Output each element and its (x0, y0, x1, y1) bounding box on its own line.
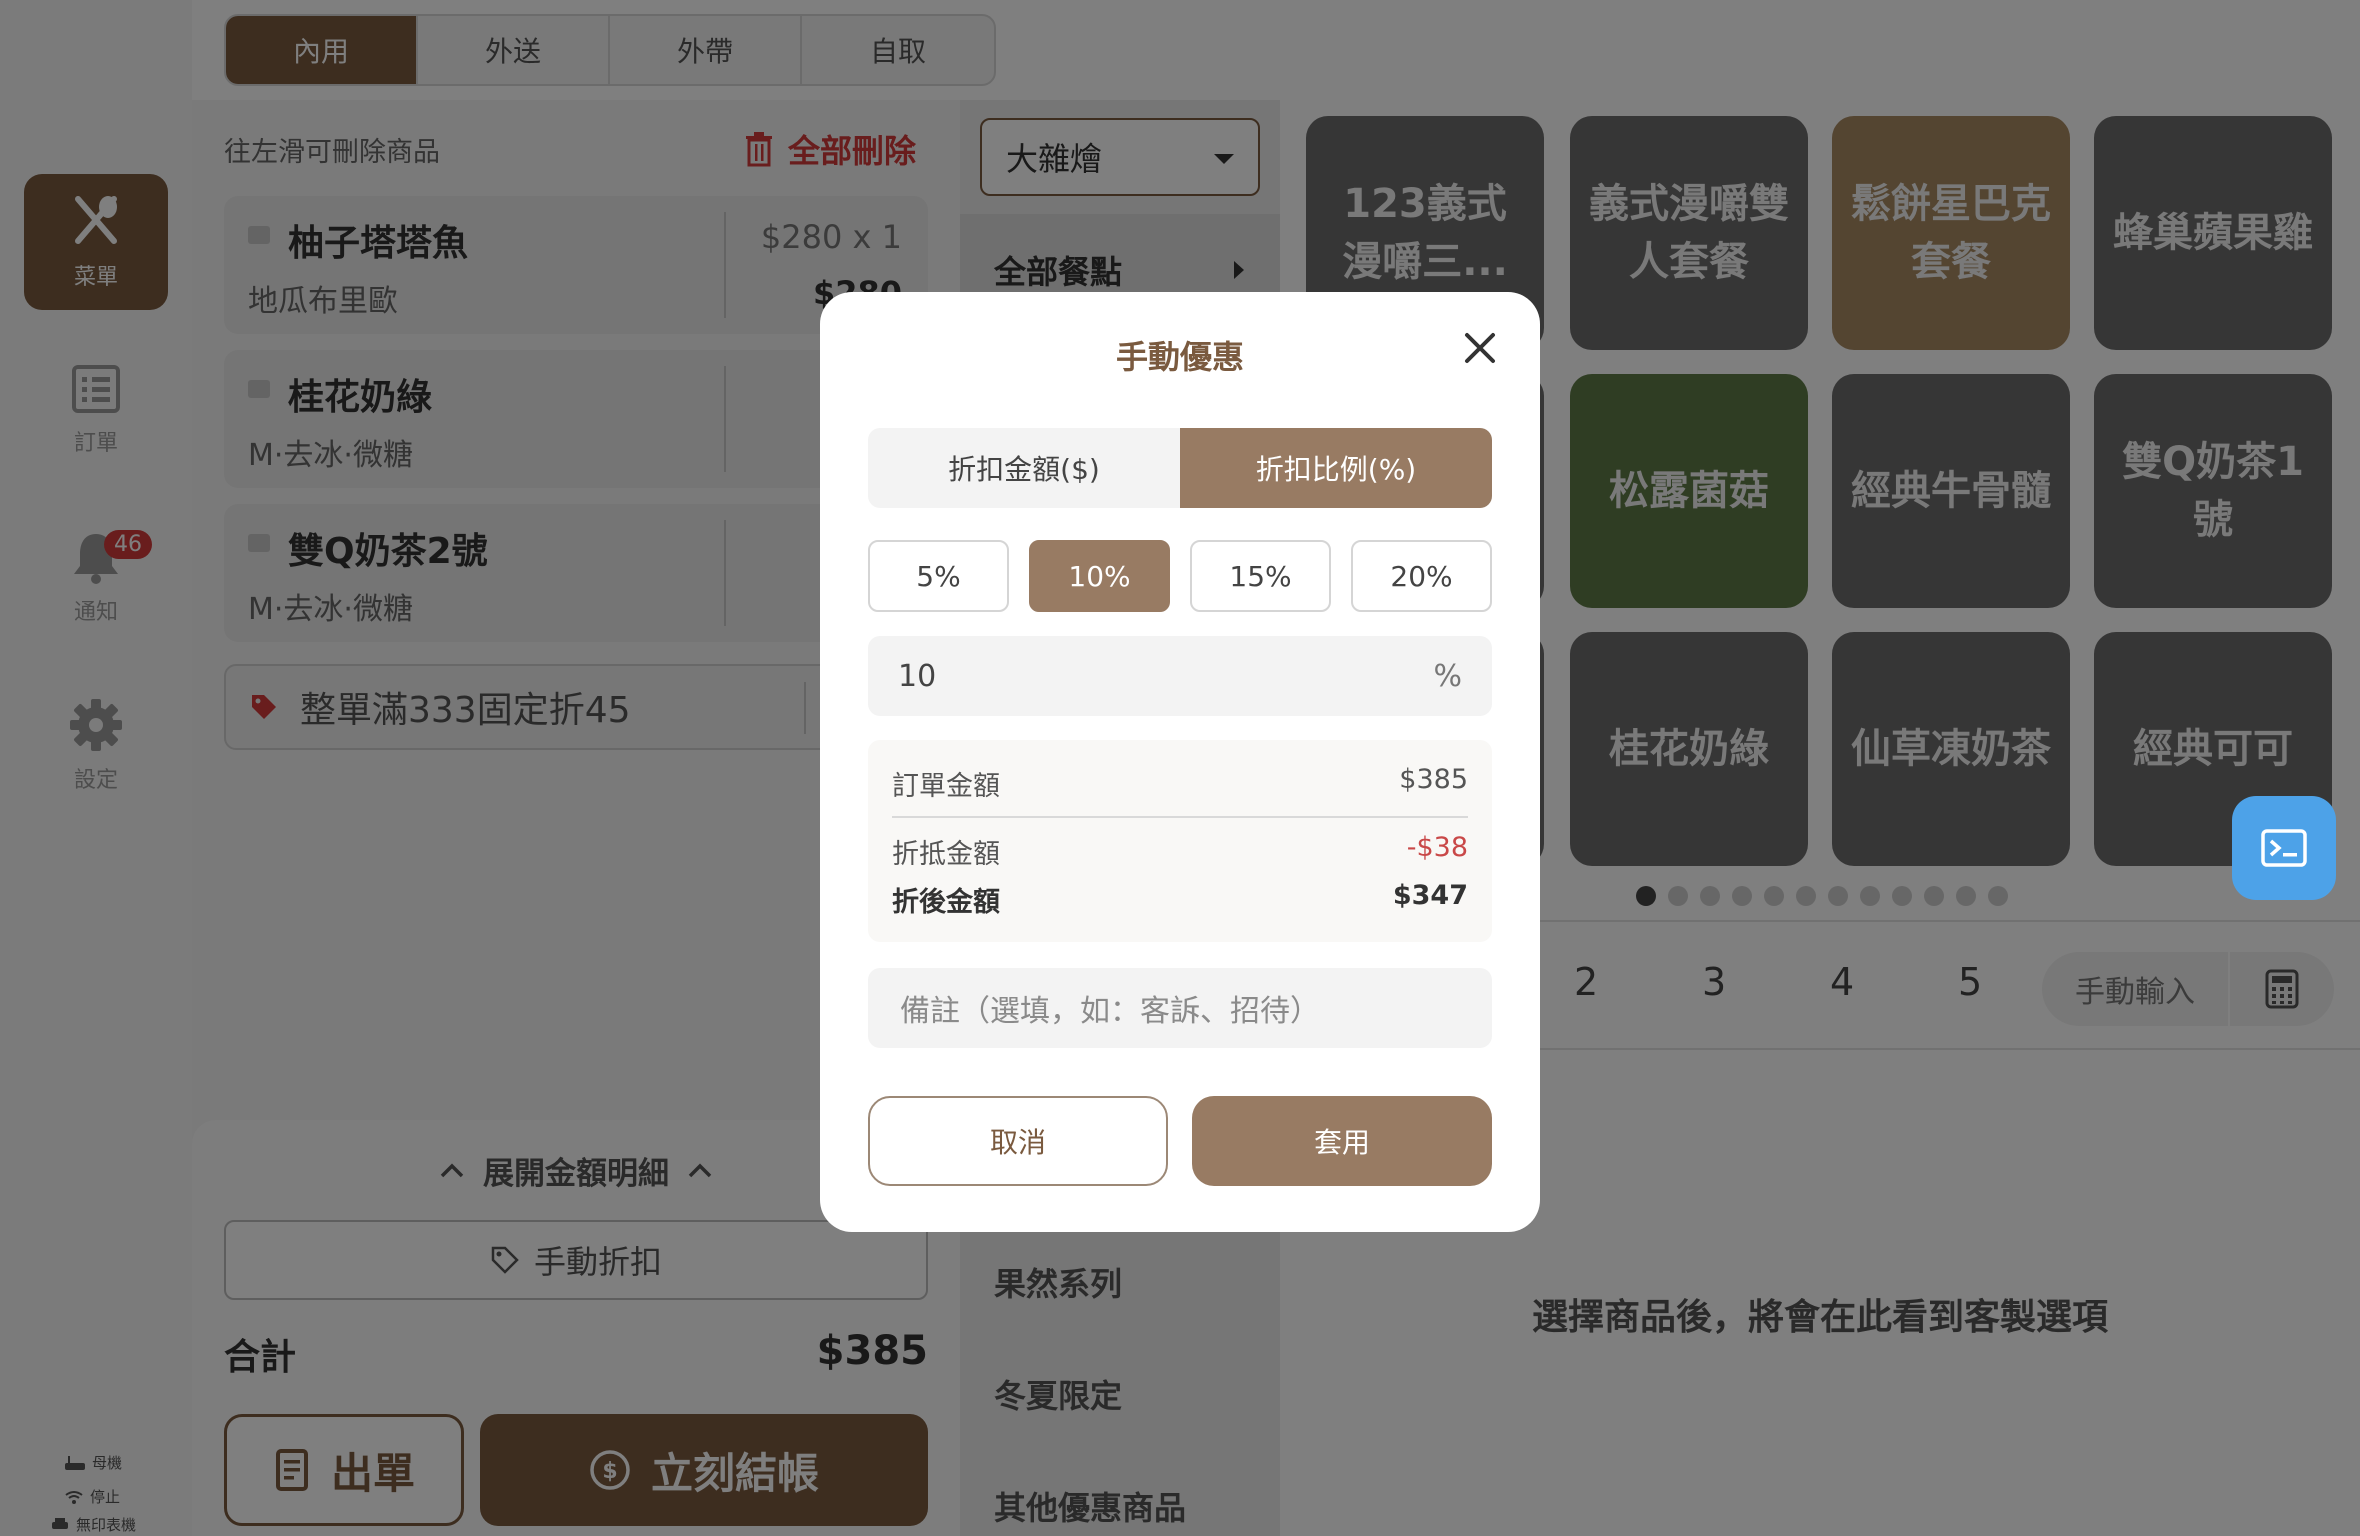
console-button[interactable] (2232, 796, 2336, 900)
percent-unit: % (1433, 658, 1462, 694)
segment-amount[interactable]: 折扣金額($) (868, 428, 1180, 508)
discount-amount-row: 折抵金額 -$38 (892, 832, 1468, 870)
apply-button[interactable]: 套用 (1192, 1096, 1492, 1186)
terminal-icon (2261, 829, 2307, 867)
dialog-title: 手動優惠 (1115, 338, 1244, 376)
cancel-button[interactable]: 取消 (868, 1096, 1168, 1186)
close-icon[interactable] (1460, 328, 1500, 368)
final-amount-row: 折後金額 $347 (892, 880, 1468, 918)
discount-summary: 訂單金額 $385 折抵金額 -$38 折後金額 $347 (868, 740, 1492, 942)
segment-percent[interactable]: 折扣比例(%) (1180, 428, 1492, 508)
manual-discount-dialog: 手動優惠 折扣金額($) 折扣比例(%) 5% 10% 15% 20% 10 %… (820, 292, 1540, 1232)
percent-input-value: 10 (898, 658, 937, 694)
preset-options: 5% 10% 15% 20% (868, 540, 1492, 612)
preset-20-percent[interactable]: 20% (1351, 540, 1492, 612)
preset-10-percent[interactable]: 10% (1029, 540, 1170, 612)
percent-input[interactable]: 10 % (868, 636, 1492, 716)
note-input[interactable]: 備註（選填，如：客訴、招待） (868, 968, 1492, 1048)
divider (892, 816, 1468, 818)
order-amount-row: 訂單金額 $385 (892, 764, 1468, 802)
preset-5-percent[interactable]: 5% (868, 540, 1009, 612)
preset-15-percent[interactable]: 15% (1190, 540, 1331, 612)
discount-type-toggle: 折扣金額($) 折扣比例(%) (868, 428, 1492, 508)
